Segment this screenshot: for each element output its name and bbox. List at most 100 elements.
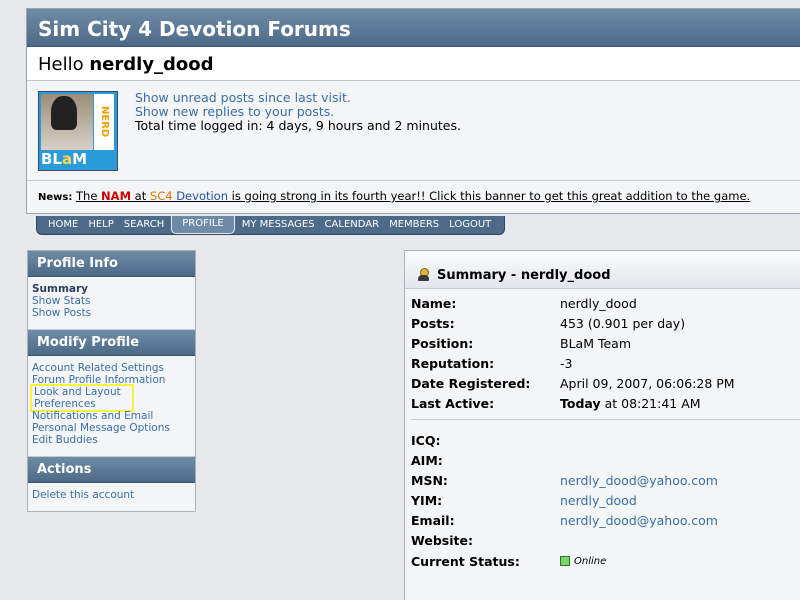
sidebar-item-edit-buddies[interactable]: Edit Buddies: [32, 434, 195, 446]
info-row: Last Active: Today at 08:21:41 AM: [411, 393, 800, 413]
news-devotion: Devotion: [172, 189, 229, 203]
avatar-nerd-text: NERD: [94, 94, 114, 150]
actions-heading: Actions: [28, 457, 195, 483]
main-nav: HOME HELP SEARCH PROFILE MY MESSAGES CAL…: [36, 216, 506, 235]
greeting-bar: Hello nerdly_dood: [27, 47, 800, 81]
sidebar-item-preferences[interactable]: Preferences: [34, 398, 132, 410]
info-label: Last Active:: [411, 395, 495, 411]
info-row: Date Registered: April 09, 2007, 06:06:28…: [411, 373, 800, 393]
forum-header-frame: Sim City 4 Devotion Forums Hello nerdly_…: [26, 8, 800, 214]
new-replies-link[interactable]: Show new replies to your posts.: [135, 105, 461, 119]
status-value: Online: [574, 555, 607, 567]
status-label: Current Status:: [411, 553, 520, 569]
news-bar: News: The NAM at SC4 Devotion is going s…: [27, 181, 800, 211]
modify-profile-section: Account Related Settings Forum Profile I…: [28, 356, 195, 457]
contact-row: MSN: nerdly_dood@yahoo.com: [411, 470, 800, 490]
info-label: Reputation:: [411, 355, 495, 371]
username: nerdly_dood: [89, 54, 214, 75]
avatar-brand-a: a: [62, 150, 73, 168]
info-row: Name: nerdly_dood: [411, 293, 800, 313]
contact-row: Website:: [411, 530, 800, 550]
sidebar-item-delete-account[interactable]: Delete this account: [32, 489, 195, 501]
info-value: 453 (0.901 per day): [560, 315, 686, 331]
nav-home[interactable]: HOME: [43, 216, 83, 234]
contact-row: AIM:: [411, 450, 800, 470]
sidebar-item-forum-profile[interactable]: Forum Profile Information: [32, 374, 195, 386]
profile-info-section: Summary Show Stats Show Posts: [28, 277, 195, 330]
forum-title: Sim City 4 Devotion Forums: [27, 9, 800, 47]
info-label: Name:: [411, 295, 457, 311]
user-links: Show unread posts since last visit. Show…: [135, 91, 461, 133]
avatar-figure: [51, 96, 77, 130]
contact-row: Email: nerdly_dood@yahoo.com: [411, 510, 800, 530]
summary-header: Summary - nerdly_dood: [405, 251, 800, 289]
profile-info-heading: Profile Info: [28, 251, 195, 277]
nav-my-messages[interactable]: MY MESSAGES: [237, 216, 320, 234]
sidebar-item-account-settings[interactable]: Account Related Settings: [32, 362, 195, 374]
news-sc4: SC4: [149, 189, 173, 203]
news-nam: NAM: [101, 189, 132, 203]
online-status-icon: [560, 556, 570, 566]
contact-label: Email:: [411, 512, 455, 528]
actions-section: Delete this account: [28, 483, 195, 511]
sidebar-item-show-stats[interactable]: Show Stats: [32, 295, 195, 307]
info-value: -3: [560, 355, 573, 371]
nav-members[interactable]: MEMBERS: [384, 216, 444, 234]
avatar-brand-m: M: [72, 150, 88, 168]
info-label: Posts:: [411, 315, 455, 331]
info-row: Position: BLaM Team: [411, 333, 800, 353]
sidebar-item-summary[interactable]: Summary: [32, 283, 195, 295]
user-icon: [417, 268, 431, 282]
last-active-today: Today: [560, 395, 601, 411]
news-label: News:: [38, 192, 73, 203]
info-row: Reputation: -3: [411, 353, 800, 373]
msn-link[interactable]: nerdly_dood@yahoo.com: [560, 473, 718, 488]
modify-profile-heading: Modify Profile: [28, 330, 195, 356]
avatar-brand-bl: BL: [41, 150, 62, 168]
summary-panel: Summary - nerdly_dood Name: nerdly_dood P…: [404, 250, 800, 600]
contact-row: ICQ:: [411, 430, 800, 450]
contact-row: YIM: nerdly_dood: [411, 490, 800, 510]
nav-help[interactable]: HELP: [83, 216, 118, 234]
news-banner-link[interactable]: The NAM at SC4 Devotion is going strong …: [76, 189, 750, 203]
status-row: Current Status: Online: [411, 550, 800, 572]
avatar-brand: BLaM: [41, 150, 87, 168]
contact-label: AIM:: [411, 452, 443, 468]
nav-calendar[interactable]: CALENDAR: [320, 216, 385, 234]
contact-label: Website:: [411, 532, 473, 548]
highlight-box: Look and Layout Preferences: [30, 384, 134, 412]
avatar: NERD BLaM: [38, 91, 118, 171]
contact-label: MSN:: [411, 472, 448, 488]
yim-link[interactable]: nerdly_dood: [560, 493, 637, 508]
info-value: Today at 08:21:41 AM: [560, 396, 701, 411]
sidebar-item-pm-options[interactable]: Personal Message Options: [32, 422, 195, 434]
info-value: nerdly_dood: [560, 295, 637, 311]
nav-search[interactable]: SEARCH: [119, 216, 169, 234]
profile-sidebar: Profile Info Summary Show Stats Show Pos…: [27, 250, 196, 512]
email-link[interactable]: nerdly_dood@yahoo.com: [560, 513, 718, 528]
news-pre: The: [76, 189, 102, 203]
summary-info: Name: nerdly_dood Posts: 453 (0.901 per da…: [405, 289, 800, 572]
contact-label: YIM:: [411, 492, 443, 508]
info-label: Date Registered:: [411, 375, 531, 391]
info-row: Posts: 453 (0.901 per day): [411, 313, 800, 333]
status-indicator: Online: [560, 556, 606, 567]
sidebar-item-look-and-layout[interactable]: Look and Layout: [34, 386, 132, 398]
time-logged-in: Total time logged in: 4 days, 9 hours an…: [135, 118, 461, 133]
info-label: Position:: [411, 335, 474, 351]
divider: [411, 419, 800, 420]
summary-title: Summary - nerdly_dood: [437, 267, 611, 283]
unread-posts-link[interactable]: Show unread posts since last visit.: [135, 91, 461, 105]
nav-profile[interactable]: PROFILE: [171, 216, 235, 234]
nav-logout[interactable]: LOGOUT: [444, 216, 496, 234]
contact-label: ICQ:: [411, 432, 441, 448]
info-value: April 09, 2007, 06:06:28 PM: [560, 375, 735, 391]
sidebar-item-show-posts[interactable]: Show Posts: [32, 307, 195, 319]
news-rest: is going strong in its fourth year!! Cli…: [228, 189, 751, 203]
user-box: NERD BLaM Show unread posts since last v…: [27, 81, 800, 181]
news-at: at: [131, 189, 150, 203]
last-active-time: at 08:21:41 AM: [600, 395, 701, 411]
greeting-text: Hello: [38, 54, 84, 75]
info-value: BLaM Team: [560, 335, 631, 351]
sidebar-item-notifications[interactable]: Notifications and Email: [32, 410, 195, 422]
